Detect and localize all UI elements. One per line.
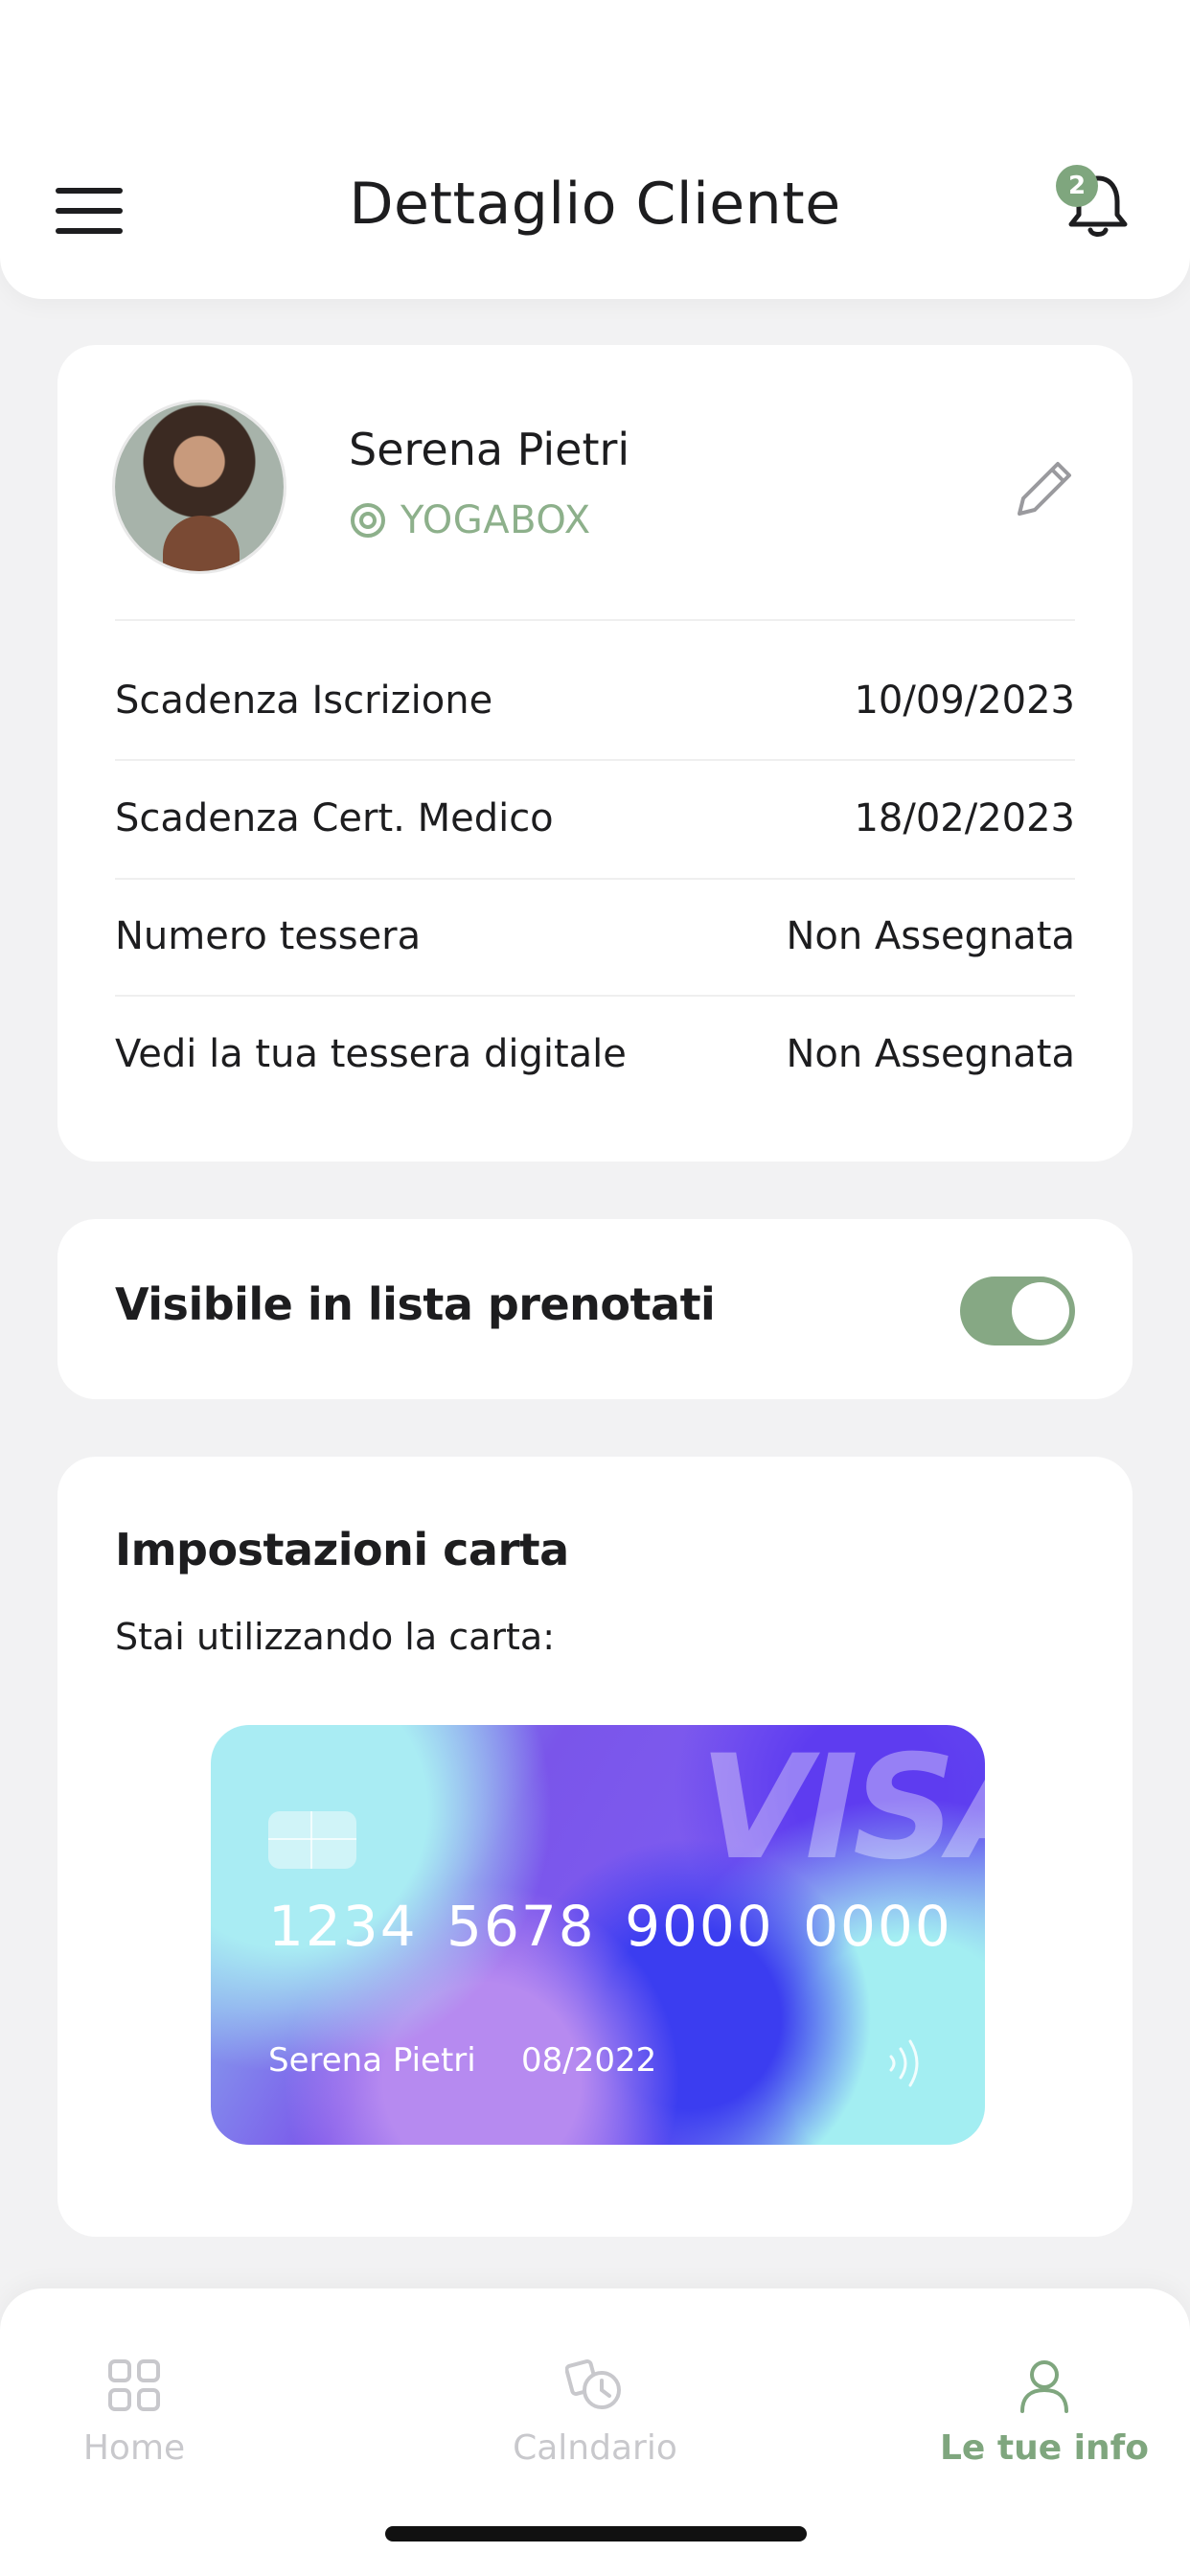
info-value: Non Assegnata: [786, 914, 1075, 958]
nav-label: Calndario: [513, 2428, 677, 2468]
divider: [115, 995, 1075, 997]
card-number: 1234 5678 9000 0000: [268, 1894, 952, 1959]
credit-card[interactable]: VISA 1234 5678 9000 0000 Serena Pietri 0…: [211, 1725, 985, 2145]
info-value: 10/09/2023: [854, 678, 1075, 723]
top-header: Dettaglio Cliente 2: [0, 0, 1190, 299]
info-value: Non Assegnata: [786, 1032, 1075, 1076]
divider: [115, 759, 1075, 761]
history-calendar-icon: [565, 2359, 621, 2409]
payment-settings-card: Impostazioni carta Stai utilizzando la c…: [57, 1457, 1133, 2237]
visa-logo: VISA: [699, 1725, 985, 1892]
info-label: Numero tessera: [115, 914, 422, 958]
client-name: Serena Pietri: [349, 424, 630, 475]
nav-label: Le tue info: [939, 2428, 1150, 2468]
visibility-toggle[interactable]: [960, 1276, 1075, 1346]
toggle-knob: [1012, 1282, 1069, 1340]
payment-title: Impostazioni carta: [115, 1524, 569, 1576]
avatar: [115, 402, 284, 571]
home-indicator: [385, 2526, 807, 2542]
info-label: Scadenza Cert. Medico: [115, 796, 554, 840]
contactless-icon: [889, 2039, 919, 2087]
notification-badge: 2: [1056, 165, 1098, 207]
nav-calendar[interactable]: Calndario: [470, 2356, 720, 2468]
edit-pencil-icon[interactable]: [1006, 450, 1083, 527]
nav-your-info[interactable]: Le tue info: [920, 2356, 1169, 2468]
card-holder: Serena Pietri: [268, 2041, 476, 2080]
studio-badge: YOGABOX: [349, 498, 591, 542]
divider: [115, 619, 1075, 621]
studio-label: YOGABOX: [400, 498, 591, 542]
card-expiry: 08/2022: [521, 2041, 657, 2080]
profile-card: Serena Pietri YOGABOX Scadenza Iscrizion…: [57, 345, 1133, 1162]
info-row-digital-card[interactable]: Vedi la tua tessera digitale Non Assegna…: [115, 1025, 1075, 1083]
target-circle-icon: [351, 503, 385, 538]
info-label: Scadenza Iscrizione: [115, 678, 493, 723]
visibility-label: Visibile in lista prenotati: [115, 1278, 716, 1330]
info-label: Vedi la tua tessera digitale: [115, 1032, 627, 1076]
info-row-medical-cert-expiry: Scadenza Cert. Medico 18/02/2023: [115, 790, 1075, 847]
page-title: Dettaglio Cliente: [349, 171, 841, 238]
visibility-card: Visibile in lista prenotati: [57, 1219, 1133, 1399]
info-value: 18/02/2023: [854, 796, 1075, 840]
grid-icon: [108, 2359, 160, 2411]
nav-label: Home: [82, 2428, 186, 2468]
client-detail-screen: Dettaglio Cliente 2 Serena Pietri YOGABO…: [0, 0, 1190, 2576]
payment-subtitle: Stai utilizzando la carta:: [115, 1616, 556, 1658]
info-row-card-number: Numero tessera Non Assegnata: [115, 908, 1075, 965]
info-row-subscription-expiry: Scadenza Iscrizione 10/09/2023: [115, 672, 1075, 729]
card-chip-icon: [268, 1811, 356, 1869]
user-icon: [1020, 2360, 1068, 2413]
nav-home[interactable]: Home: [10, 2356, 259, 2468]
divider: [115, 878, 1075, 880]
